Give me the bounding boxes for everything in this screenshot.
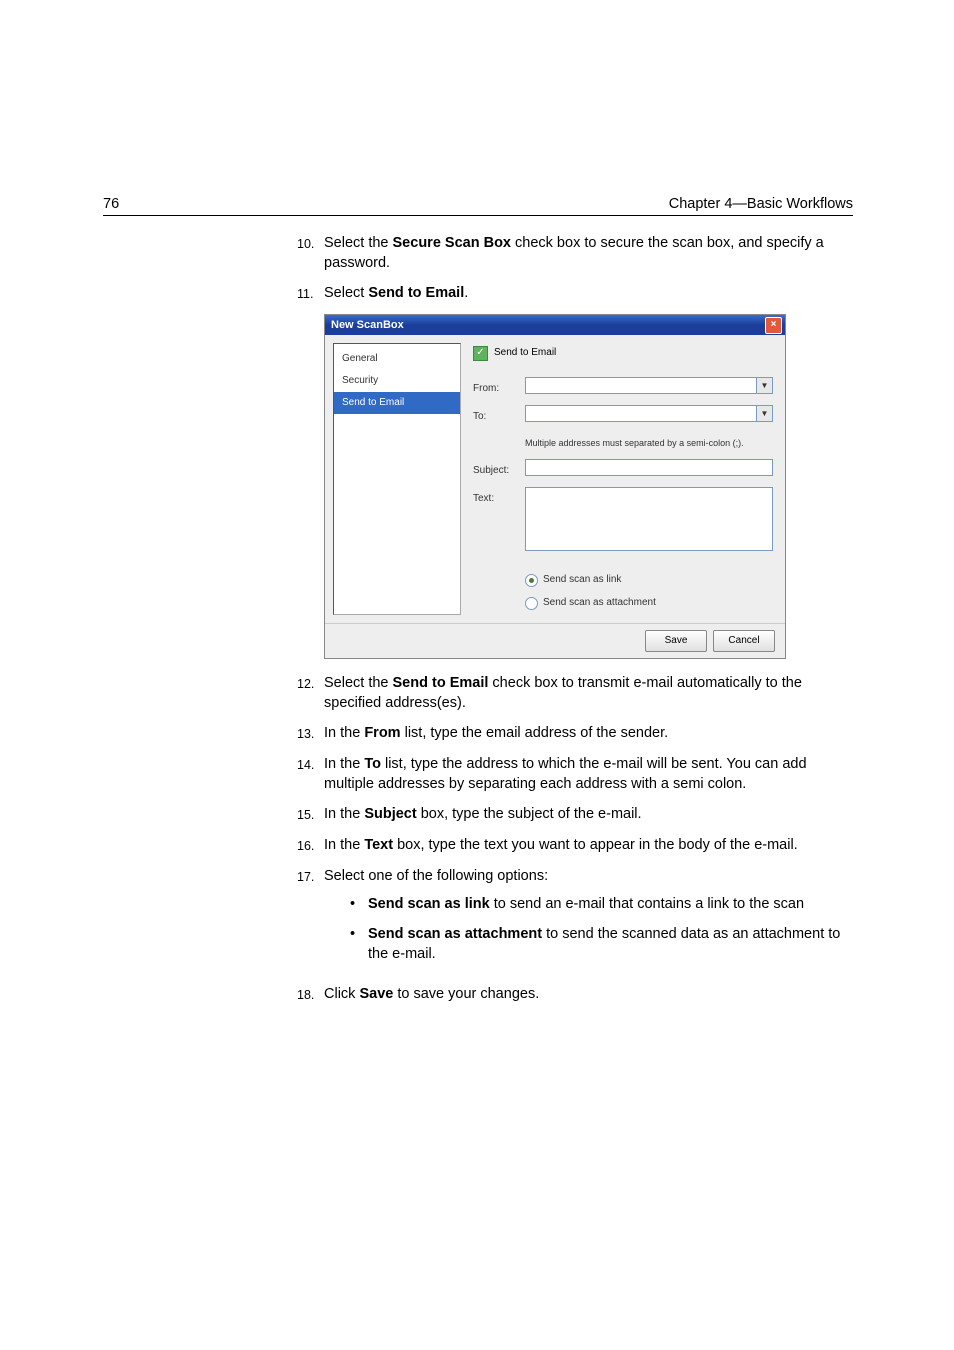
dialog-pane: ✓ Send to Email From: ▼ To: ▼ Multiple a… (461, 335, 785, 623)
step-text: In the Subject box, type the subject of … (324, 804, 853, 825)
save-button[interactable]: Save (645, 630, 707, 652)
radio-send-as-attachment[interactable] (525, 597, 538, 610)
page: 76 Chapter 4—Basic Workflows 10. Select … (0, 0, 954, 1350)
bullet-item: Send scan as link to send an e-mail that… (350, 894, 853, 914)
close-icon[interactable]: × (765, 317, 782, 334)
radio-send-as-link[interactable] (525, 574, 538, 587)
step-text: Select one of the following options: Sen… (324, 866, 853, 974)
content: 10. Select the Secure Scan Box check box… (297, 233, 853, 1015)
text-textarea[interactable] (525, 487, 773, 551)
bullet-item: Send scan as attachment to send the scan… (350, 924, 853, 964)
step-text: Select the Secure Scan Box check box to … (324, 233, 853, 273)
step-text: Select Send to Email. (324, 283, 853, 304)
step-text: In the From list, type the email address… (324, 723, 853, 744)
dialog-footer: Save Cancel (325, 623, 785, 658)
to-combobox[interactable]: ▼ (525, 405, 773, 422)
to-label: To: (473, 405, 525, 427)
nav-item-general[interactable]: General (334, 348, 460, 370)
radio-send-as-link-label: Send scan as link (543, 570, 621, 590)
from-combobox[interactable]: ▼ (525, 377, 773, 394)
chevron-down-icon[interactable]: ▼ (756, 406, 772, 421)
subject-input[interactable] (525, 459, 773, 476)
subject-label: Subject: (473, 459, 525, 481)
from-label: From: (473, 377, 525, 399)
checkbox-icon[interactable]: ✓ (473, 346, 488, 361)
step-number: 11. (297, 283, 324, 304)
dialog-titlebar: New ScanBox × (325, 315, 785, 335)
to-hint: Multiple addresses must separated by a s… (525, 433, 773, 453)
dialog-new-scanbox: New ScanBox × General Security Send to E… (324, 314, 786, 659)
step-text: In the Text box, type the text you want … (324, 835, 853, 856)
cancel-button[interactable]: Cancel (713, 630, 775, 652)
chapter-title: Chapter 4—Basic Workflows (669, 196, 853, 212)
send-to-email-checkbox-label: Send to Email (494, 343, 556, 363)
step-number: 15. (297, 804, 324, 825)
step-number: 13. (297, 723, 324, 744)
text-label: Text: (473, 487, 525, 509)
nav-item-send-to-email[interactable]: Send to Email (334, 392, 460, 414)
step-text: Click Save to save your changes. (324, 984, 853, 1005)
page-number: 76 (103, 196, 119, 212)
step-number: 14. (297, 754, 324, 794)
dialog-body: General Security Send to Email ✓ Send to… (325, 335, 785, 623)
step-number: 10. (297, 233, 324, 273)
step-number: 12. (297, 673, 324, 713)
chevron-down-icon[interactable]: ▼ (756, 378, 772, 393)
dialog-title-text: New ScanBox (331, 315, 404, 335)
page-header: 76 Chapter 4—Basic Workflows (103, 190, 853, 216)
step-number: 18. (297, 984, 324, 1005)
radio-send-as-attachment-label: Send scan as attachment (543, 593, 656, 613)
step-text: Select the Send to Email check box to tr… (324, 673, 853, 713)
dialog-nav: General Security Send to Email (333, 343, 461, 615)
step-number: 17. (297, 866, 324, 974)
nav-item-security[interactable]: Security (334, 370, 460, 392)
step-text: In the To list, type the address to whic… (324, 754, 853, 794)
step-number: 16. (297, 835, 324, 856)
